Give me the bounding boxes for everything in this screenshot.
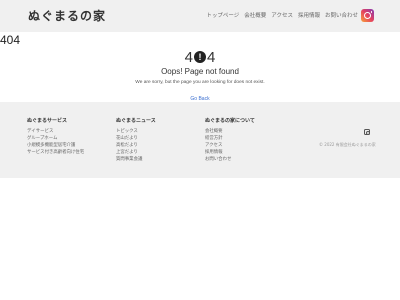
footer-link[interactable]: グループホーム: [27, 135, 84, 142]
nav-contact[interactable]: お問い合わせ: [325, 11, 358, 19]
footer-heading: ぬぐまるサービス: [27, 118, 68, 124]
footer-instagram-icon[interactable]: [364, 129, 370, 135]
exclamation-icon: !: [194, 51, 206, 63]
footer-column-news: ぬぐまるニュース トピックス 花山だより 高松だより 上宮だより 質問事業会議: [116, 117, 156, 163]
footer-link[interactable]: 会社概要: [205, 128, 255, 135]
main-nav: トップページ 会社概要 アクセス 採用情報 お問い合わせ: [206, 11, 358, 19]
error-code: 404: [0, 33, 21, 47]
nav-top[interactable]: トップページ: [206, 11, 239, 19]
footer-link[interactable]: 花山だより: [116, 135, 156, 142]
footer-link[interactable]: 上宮だより: [116, 149, 156, 156]
copyright: © 2022 有限会社ぬぐまるの家: [319, 142, 376, 147]
footer-column-services: ぬぐまるサービス デイサービス グループホーム 小規模多機能型居宅介護 サービス…: [27, 117, 84, 156]
error-message: We are sorry, but the page you are looki…: [135, 80, 265, 85]
site-logo[interactable]: ぬぐまるの家: [28, 7, 106, 24]
site-footer: ぬぐまるサービス デイサービス グループホーム 小規模多機能型居宅介護 サービス…: [0, 102, 400, 178]
instagram-icon[interactable]: [361, 9, 374, 22]
footer-column-about: ぬぐまるの家について 会社概要 経営方針 アクセス 採用情報 お問い合わせ: [205, 117, 255, 163]
site-header: ぬぐまるの家 トップページ 会社概要 アクセス 採用情報 お問い合わせ: [0, 0, 400, 32]
nav-company[interactable]: 会社概要: [244, 11, 266, 19]
footer-link[interactable]: 質問事業会議: [116, 156, 156, 163]
footer-link[interactable]: 採用情報: [205, 149, 255, 156]
error-section: 4 ! 4 Oops! Page not found We are sorry,…: [0, 48, 400, 104]
error-title: Oops! Page not found: [161, 67, 239, 76]
footer-heading: ぬぐまるの家について: [205, 118, 255, 124]
footer-link[interactable]: サービス付き高齢者向け住宅: [27, 149, 84, 156]
error-digit-right: 4: [207, 48, 216, 66]
footer-link[interactable]: お問い合わせ: [205, 156, 255, 163]
footer-link[interactable]: トピックス: [116, 128, 156, 135]
error-digit-left: 4: [184, 48, 193, 66]
footer-link[interactable]: デイサービス: [27, 128, 84, 135]
footer-link[interactable]: 高松だより: [116, 142, 156, 149]
footer-link[interactable]: 小規模多機能型居宅介護: [27, 142, 84, 149]
nav-access[interactable]: アクセス: [271, 11, 293, 19]
error-graphic: 4 ! 4: [0, 48, 400, 66]
footer-heading: ぬぐまるニュース: [116, 118, 156, 124]
nav-recruit[interactable]: 採用情報: [298, 11, 320, 19]
footer-link[interactable]: アクセス: [205, 142, 255, 149]
footer-link[interactable]: 経営方針: [205, 135, 255, 142]
